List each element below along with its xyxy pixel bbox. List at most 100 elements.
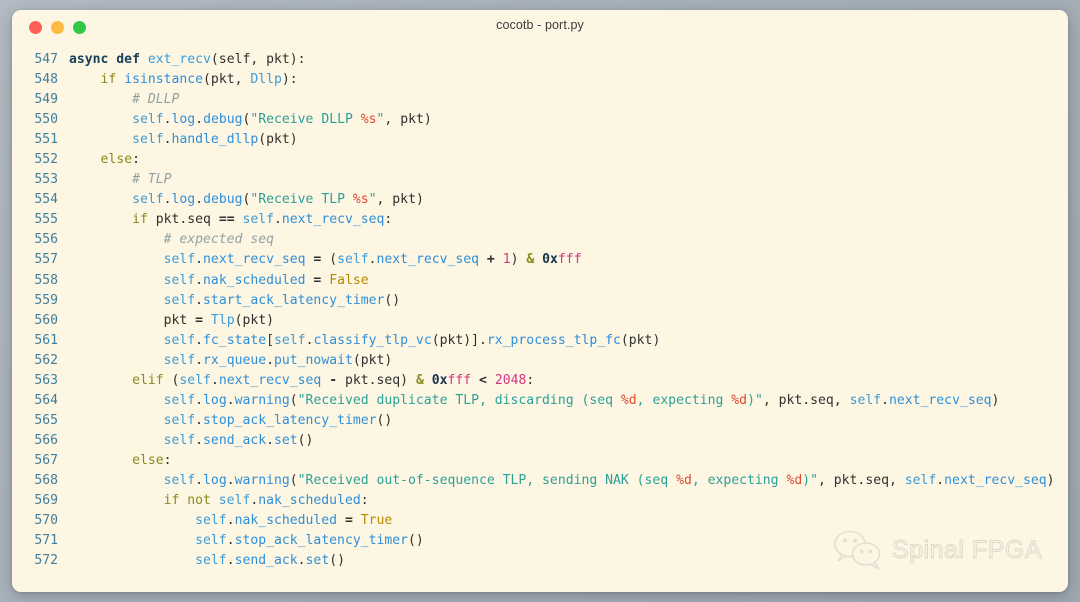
- code-token: fff: [447, 372, 480, 388]
- code-token: classify_tlp_vc: [313, 332, 432, 348]
- code-token: .: [195, 272, 204, 288]
- code-token: self: [163, 472, 196, 488]
- code-token: next_recv_seq: [203, 252, 314, 268]
- code-token: %d: [676, 472, 692, 488]
- code-token: self: [163, 352, 196, 368]
- line-number: 550: [34, 112, 58, 128]
- code-token: "Received out-of-sequence TLP, sending N…: [297, 472, 677, 488]
- code-token: ):: [281, 72, 298, 88]
- line-number: 556: [34, 232, 58, 248]
- code-token: stop_ack_latency_timer: [203, 412, 377, 428]
- code-line: 570 self.nak_scheduled = True: [12, 511, 1068, 531]
- code-token: self: [163, 252, 196, 268]
- code-token: , pkt): [376, 192, 424, 208]
- code-token: Dllp: [250, 72, 282, 88]
- line-number: 562: [34, 352, 58, 368]
- code-token: =: [195, 312, 211, 328]
- code-token: debug: [203, 192, 243, 208]
- code-line: 552 else:: [12, 150, 1068, 170]
- code-token: .: [881, 392, 889, 408]
- code-token: 2048: [494, 372, 527, 388]
- code-token: :: [360, 493, 369, 509]
- code-token: set: [274, 432, 298, 448]
- code-token: start_ack_latency_timer: [203, 292, 385, 308]
- code-token: ): [991, 392, 1000, 408]
- code-token: self: [195, 553, 227, 569]
- code-token: set: [305, 553, 330, 569]
- line-number: 559: [34, 292, 58, 308]
- line-number: 570: [34, 513, 58, 529]
- code-token: nak_scheduled: [203, 272, 314, 288]
- code-token: %d: [786, 472, 803, 488]
- code-token: (: [289, 392, 298, 408]
- code-token: debug: [203, 112, 243, 128]
- code-token: -: [329, 372, 345, 388]
- code-token: %s: [352, 192, 369, 208]
- editor-window: cocotb - port.py 547 async def ext_recv(s…: [12, 10, 1068, 592]
- code-line: 549 # DLLP: [12, 90, 1068, 110]
- code-token: (pkt,: [203, 72, 251, 88]
- code-line: 553 # TLP: [12, 170, 1068, 190]
- code-token: log: [203, 472, 227, 488]
- line-number: 563: [34, 372, 58, 388]
- code-token: handle_dllp: [171, 132, 259, 148]
- code-token: next_recv_seq: [218, 372, 330, 388]
- code-token: .: [195, 292, 204, 308]
- code-token: .: [195, 252, 204, 268]
- code-token: (): [408, 533, 424, 549]
- code-token: self: [132, 192, 164, 208]
- code-token: %d: [731, 392, 748, 408]
- code-token: stop_ack_latency_timer: [234, 533, 409, 549]
- line-number: 552: [34, 152, 58, 168]
- code-token: .: [210, 372, 219, 388]
- code-token: rx_queue: [203, 352, 267, 368]
- code-token: :: [384, 212, 393, 228]
- code-token: elif: [132, 372, 172, 388]
- code-token: self: [163, 332, 196, 348]
- code-token: self: [132, 132, 164, 148]
- code-token: , expecting: [636, 392, 732, 408]
- code-token: (self, pkt):: [210, 52, 306, 67]
- code-line: 548 if isinstance(pkt, Dllp):: [12, 70, 1068, 90]
- code-token: next_recv_seq: [889, 392, 992, 408]
- code-token: rx_process_tlp_fc: [486, 332, 621, 348]
- line-number: 549: [34, 92, 58, 108]
- code-token: send_ack: [234, 553, 298, 569]
- code-line: 562 self.rx_queue.put_nowait(pkt): [12, 351, 1068, 371]
- code-token: .: [266, 352, 275, 368]
- code-token: .: [163, 132, 172, 148]
- code-token: .: [226, 392, 235, 408]
- code-token: %d: [620, 392, 637, 408]
- code-token: .: [195, 392, 204, 408]
- desktop-background: cocotb - port.py 547 async def ext_recv(s…: [0, 0, 1080, 602]
- code-token: log: [171, 112, 196, 128]
- code-editor[interactable]: 547 async def ext_recv(self, pkt): 548 if …: [12, 40, 1068, 571]
- code-token: (pkt): [620, 332, 661, 348]
- window-titlebar[interactable]: cocotb - port.py: [12, 10, 1068, 40]
- code-line: 555 if pkt.seq == self.next_recv_seq:: [12, 210, 1068, 230]
- code-token: (pkt): [234, 312, 274, 328]
- code-token: , expecting: [691, 472, 787, 488]
- code-token: next_recv_seq: [944, 472, 1047, 488]
- code-token: .: [266, 432, 275, 448]
- line-number: 557: [34, 252, 58, 268]
- code-token: .: [163, 192, 172, 208]
- code-token: <: [479, 372, 495, 388]
- code-token: next_recv_seq: [376, 252, 487, 268]
- code-token: isinstance: [124, 72, 204, 88]
- code-token: .: [195, 112, 204, 128]
